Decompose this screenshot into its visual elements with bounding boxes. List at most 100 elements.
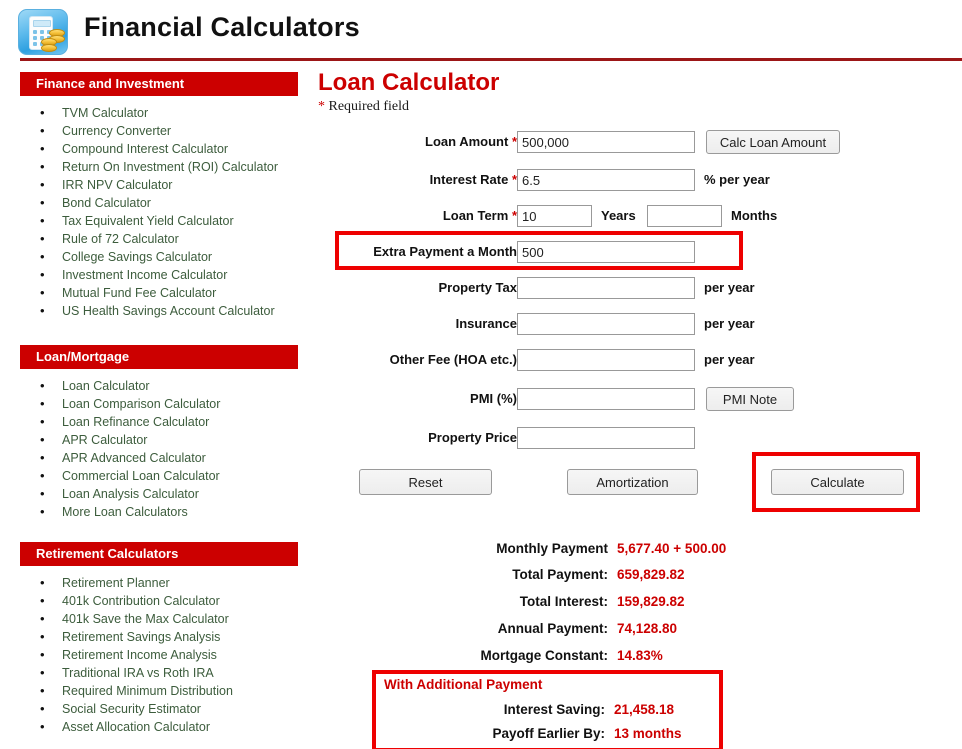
sidebar-list-loan: Loan Calculator Loan Comparison Calculat… xyxy=(20,369,298,521)
additional-row-interest-saving: Interest Saving: 21,458.18 xyxy=(372,698,723,722)
label-insurance: Insurance xyxy=(455,316,517,331)
sidebar-item-compound-interest-calculator[interactable]: Compound Interest Calculator xyxy=(20,140,298,158)
sidebar-item-mutual-fund-fee-calculator[interactable]: Mutual Fund Fee Calculator xyxy=(20,284,298,302)
pmi-input[interactable] xyxy=(517,388,695,410)
sidebar-item-retirement-income-analysis[interactable]: Retirement Income Analysis xyxy=(20,646,298,664)
result-value-total-payment: 659,829.82 xyxy=(617,567,685,582)
sidebar-item-apr-advanced-calculator[interactable]: APR Advanced Calculator xyxy=(20,449,298,467)
required-note-text: Required field xyxy=(325,99,409,114)
label-wrap-interest-rate: Interest Rate * xyxy=(323,169,517,191)
sidebar-item-commercial-loan-calculator[interactable]: Commercial Loan Calculator xyxy=(20,467,298,485)
result-row-monthly-payment: Monthly Payment 5,677.40 + 500.00 xyxy=(318,537,818,561)
loan-amount-input[interactable] xyxy=(517,131,695,153)
label-property-price: Property Price xyxy=(428,430,517,445)
other-fee-input[interactable] xyxy=(517,349,695,371)
sidebar-item-tax-equivalent-yield-calculator[interactable]: Tax Equivalent Yield Calculator xyxy=(20,212,298,230)
result-label-total-payment: Total Payment: xyxy=(512,567,608,582)
sidebar-item-tvm-calculator[interactable]: TVM Calculator xyxy=(20,104,298,122)
label-wrap-insurance: Insurance xyxy=(323,313,517,335)
sidebar-item-loan-analysis-calculator[interactable]: Loan Analysis Calculator xyxy=(20,485,298,503)
required-asterisk: * xyxy=(318,99,325,114)
sidebar-item-retirement-planner[interactable]: Retirement Planner xyxy=(20,574,298,592)
sidebar-section-heading-retirement: Retirement Calculators xyxy=(20,542,298,566)
unit-other-fee: per year xyxy=(704,352,755,367)
loan-term-years-input[interactable] xyxy=(517,205,592,227)
row-property-price: Property Price xyxy=(323,427,943,449)
row-extra-payment: Extra Payment a Month xyxy=(323,241,943,263)
header-divider xyxy=(20,58,962,61)
interest-rate-input[interactable] xyxy=(517,169,695,191)
row-loan-amount: Loan Amount * Calc Loan Amount xyxy=(323,130,943,154)
sidebar-item-us-health-savings-account-calculator[interactable]: US Health Savings Account Calculator xyxy=(20,302,298,320)
sidebar-item-more-loan-calculators[interactable]: More Loan Calculators xyxy=(20,503,298,521)
row-interest-rate: Interest Rate * % per year xyxy=(323,169,943,191)
additional-value-payoff-earlier: 13 months xyxy=(614,726,682,741)
sidebar-item-asset-allocation-calculator[interactable]: Asset Allocation Calculator xyxy=(20,718,298,736)
coin-glyph-front-b xyxy=(41,44,57,52)
sidebar-item-retirement-savings-analysis[interactable]: Retirement Savings Analysis xyxy=(20,628,298,646)
result-label-annual-payment: Annual Payment: xyxy=(497,621,608,636)
label-wrap-property-tax: Property Tax xyxy=(323,277,517,299)
result-value-annual-payment: 74,128.80 xyxy=(617,621,678,636)
label-loan-amount: Loan Amount * xyxy=(425,131,517,153)
unit-loan-term-months: Months xyxy=(731,208,778,223)
sidebar-item-traditional-ira-vs-roth-ira[interactable]: Traditional IRA vs Roth IRA xyxy=(20,664,298,682)
sidebar-item-401k-save-the-max-calculator[interactable]: 401k Save the Max Calculator xyxy=(20,610,298,628)
pmi-note-button[interactable]: PMI Note xyxy=(706,387,794,411)
sidebar-item-loan-comparison-calculator[interactable]: Loan Comparison Calculator xyxy=(20,395,298,413)
row-insurance: Insurance per year xyxy=(323,313,943,335)
label-wrap-extra-payment: Extra Payment a Month xyxy=(323,241,517,263)
unit-loan-term-years: Years xyxy=(601,208,636,223)
label-property-tax: Property Tax xyxy=(438,280,517,295)
label-interest-rate: Interest Rate * xyxy=(430,169,517,191)
sidebar-item-rule-of-72-calculator[interactable]: Rule of 72 Calculator xyxy=(20,230,298,248)
additional-payment-panel: With Additional Payment Interest Saving:… xyxy=(372,670,723,749)
result-row-annual-payment: Annual Payment: 74,128.80 xyxy=(318,617,818,641)
result-value-total-interest: 159,829.82 xyxy=(617,594,685,609)
sidebar-section-heading-finance: Finance and Investment xyxy=(20,72,298,96)
additional-label-payoff-earlier: Payoff Earlier By: xyxy=(492,726,605,741)
amortization-button[interactable]: Amortization xyxy=(567,469,698,495)
label-wrap-property-price: Property Price xyxy=(323,427,517,449)
result-value-monthly-payment: 5,677.40 + 500.00 xyxy=(617,541,727,556)
page-title: Loan Calculator xyxy=(318,69,500,96)
property-tax-input[interactable] xyxy=(517,277,695,299)
reset-button[interactable]: Reset xyxy=(359,469,492,495)
main-content: Loan Calculator * Required field xyxy=(318,70,962,115)
page-header: Financial Calculators xyxy=(0,0,962,61)
additional-row-payoff-earlier: Payoff Earlier By: 13 months xyxy=(372,722,723,746)
sidebar-item-loan-refinance-calculator[interactable]: Loan Refinance Calculator xyxy=(20,413,298,431)
sidebar-item-401k-contribution-calculator[interactable]: 401k Contribution Calculator xyxy=(20,592,298,610)
sidebar: Finance and Investment TVM Calculator Cu… xyxy=(20,72,298,736)
row-pmi: PMI (%) PMI Note xyxy=(323,387,943,411)
calc-loan-amount-button[interactable]: Calc Loan Amount xyxy=(706,130,840,154)
page-root: Financial Calculators Finance and Invest… xyxy=(0,0,962,749)
label-loan-term: Loan Term * xyxy=(443,205,517,227)
sidebar-item-irr-npv-calculator[interactable]: IRR NPV Calculator xyxy=(20,176,298,194)
label-wrap-loan-amount: Loan Amount * xyxy=(323,131,517,153)
calculate-button[interactable]: Calculate xyxy=(771,469,904,495)
extra-payment-input[interactable] xyxy=(517,241,695,263)
result-row-total-interest: Total Interest: 159,829.82 xyxy=(318,590,818,614)
sidebar-item-loan-calculator[interactable]: Loan Calculator xyxy=(20,377,298,395)
sidebar-item-college-savings-calculator[interactable]: College Savings Calculator xyxy=(20,248,298,266)
sidebar-item-currency-converter[interactable]: Currency Converter xyxy=(20,122,298,140)
result-label-total-interest: Total Interest: xyxy=(519,594,608,609)
property-price-input[interactable] xyxy=(517,427,695,449)
result-value-mortgage-constant: 14.83% xyxy=(617,648,663,663)
label-pmi: PMI (%) xyxy=(470,391,517,406)
loan-term-months-input[interactable] xyxy=(647,205,722,227)
label-other-fee: Other Fee (HOA etc.) xyxy=(389,352,517,367)
insurance-input[interactable] xyxy=(517,313,695,335)
sidebar-item-investment-income-calculator[interactable]: Investment Income Calculator xyxy=(20,266,298,284)
sidebar-item-required-minimum-distribution[interactable]: Required Minimum Distribution xyxy=(20,682,298,700)
sidebar-item-roi-calculator[interactable]: Return On Investment (ROI) Calculator xyxy=(20,158,298,176)
sidebar-item-apr-calculator[interactable]: APR Calculator xyxy=(20,431,298,449)
row-loan-term: Loan Term * Years Months xyxy=(323,205,943,227)
unit-property-tax: per year xyxy=(704,280,755,295)
sidebar-item-social-security-estimator[interactable]: Social Security Estimator xyxy=(20,700,298,718)
sidebar-item-bond-calculator[interactable]: Bond Calculator xyxy=(20,194,298,212)
result-label-mortgage-constant: Mortgage Constant: xyxy=(480,648,609,663)
sidebar-section-heading-loan: Loan/Mortgage xyxy=(20,345,298,369)
